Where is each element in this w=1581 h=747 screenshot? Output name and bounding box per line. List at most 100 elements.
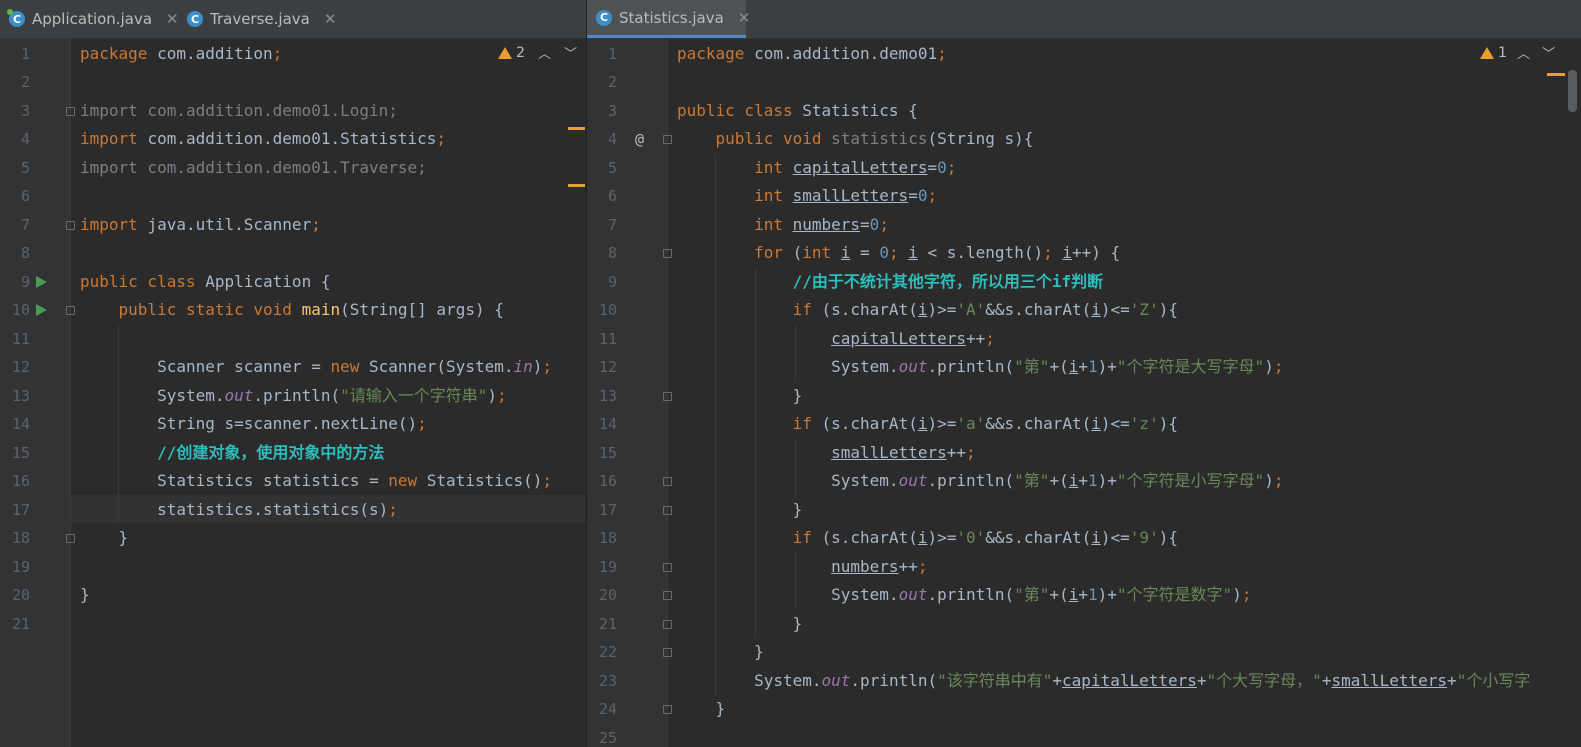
code-line[interactable]: int capitalLetters=0; bbox=[677, 154, 956, 183]
tab-application-java[interactable]: C Application.java ✕ bbox=[0, 0, 179, 38]
line-number[interactable]: 2 bbox=[587, 68, 617, 97]
line-number[interactable]: 14 bbox=[0, 410, 30, 439]
code-line[interactable]: } bbox=[80, 524, 129, 553]
line-number[interactable]: 11 bbox=[0, 325, 30, 354]
code-line[interactable]: } bbox=[80, 581, 90, 610]
line-number[interactable]: 18 bbox=[0, 524, 30, 553]
code-line[interactable]: int smallLetters=0; bbox=[677, 182, 937, 211]
code-line[interactable]: System.out.println("该字符串中有"+capitalLette… bbox=[677, 667, 1530, 696]
line-number[interactable]: 3 bbox=[587, 97, 617, 126]
line-number[interactable]: 5 bbox=[587, 154, 617, 183]
code-line[interactable]: public void statistics(String s){ bbox=[677, 125, 1034, 154]
line-number[interactable]: 4 bbox=[0, 125, 30, 154]
code-line[interactable]: System.out.println("请输入一个字符串"); bbox=[80, 382, 507, 411]
fold-marker-icon[interactable] bbox=[663, 391, 672, 401]
code-line[interactable]: System.out.println("第"+(i+1)+"个字符是小写字母")… bbox=[677, 467, 1283, 496]
code-line[interactable]: if (s.charAt(i)>='A'&&s.charAt(i)<='Z'){ bbox=[677, 296, 1178, 325]
code-line[interactable]: public class Application { bbox=[80, 268, 330, 297]
line-number[interactable]: 17 bbox=[0, 496, 30, 525]
line-number[interactable]: 15 bbox=[587, 439, 617, 468]
code-line[interactable]: if (s.charAt(i)>='0'&&s.charAt(i)<='9'){ bbox=[677, 524, 1178, 553]
line-number[interactable]: 13 bbox=[0, 382, 30, 411]
line-number[interactable]: 8 bbox=[0, 239, 30, 268]
line-number[interactable]: 7 bbox=[587, 211, 617, 240]
line-number[interactable]: 12 bbox=[0, 353, 30, 382]
line-number[interactable]: 1 bbox=[587, 40, 617, 69]
line-number[interactable]: 1 bbox=[0, 40, 30, 69]
line-number[interactable]: 2 bbox=[0, 68, 30, 97]
chevron-up-icon[interactable]: ︿ bbox=[538, 43, 551, 62]
line-number[interactable]: 20 bbox=[0, 581, 30, 610]
fold-marker-icon[interactable] bbox=[663, 591, 672, 600]
line-number[interactable]: 11 bbox=[587, 325, 617, 354]
line-number[interactable]: 22 bbox=[587, 638, 617, 667]
code-line[interactable]: } bbox=[677, 382, 803, 411]
code-line[interactable]: Scanner scanner = new Scanner(System.in)… bbox=[80, 353, 552, 382]
fold-marker-icon[interactable] bbox=[663, 505, 672, 515]
line-number[interactable]: 7 bbox=[0, 211, 30, 240]
line-number[interactable]: 12 bbox=[587, 353, 617, 382]
code-line[interactable]: smallLetters++; bbox=[677, 439, 976, 468]
line-number[interactable]: 9 bbox=[0, 268, 30, 297]
line-number[interactable]: 4 bbox=[587, 125, 617, 154]
fold-marker-icon[interactable] bbox=[66, 106, 75, 116]
code-line[interactable]: statistics.statistics(s); bbox=[80, 496, 398, 525]
chevron-down-icon[interactable]: ﹀ bbox=[564, 43, 577, 62]
code-line[interactable]: import com.addition.demo01.Statistics; bbox=[80, 125, 446, 154]
line-number[interactable]: 16 bbox=[0, 467, 30, 496]
code-line[interactable]: import com.addition.demo01.Login; bbox=[80, 97, 398, 126]
tab-statistics-java[interactable]: C Statistics.java ✕ bbox=[587, 0, 750, 38]
line-number[interactable]: 8 bbox=[587, 239, 617, 268]
fold-marker-icon[interactable] bbox=[663, 135, 672, 144]
code-line[interactable]: } bbox=[677, 610, 803, 639]
code-line[interactable]: capitalLetters++; bbox=[677, 325, 995, 354]
code-line[interactable]: String s=scanner.nextLine(); bbox=[80, 410, 427, 439]
fold-marker-icon[interactable] bbox=[663, 249, 672, 258]
line-number[interactable]: 13 bbox=[587, 382, 617, 411]
fold-marker-icon[interactable] bbox=[66, 534, 75, 543]
code-line[interactable]: public static void main(String[] args) { bbox=[80, 296, 504, 325]
close-icon[interactable]: ✕ bbox=[738, 9, 751, 27]
code-line[interactable]: } bbox=[677, 496, 803, 525]
line-number[interactable]: 19 bbox=[587, 553, 617, 582]
code-line[interactable]: public class Statistics { bbox=[677, 97, 918, 126]
warning-stripe[interactable] bbox=[568, 127, 585, 130]
line-number[interactable]: 17 bbox=[587, 496, 617, 525]
line-number[interactable]: 20 bbox=[587, 581, 617, 610]
code-line[interactable]: //由于不统计其他字符，所以用三个if判断 bbox=[677, 268, 1104, 297]
line-number[interactable]: 24 bbox=[587, 695, 617, 724]
fold-marker-icon[interactable] bbox=[663, 562, 672, 572]
warning-stripe[interactable] bbox=[568, 184, 585, 187]
fold-marker-icon[interactable] bbox=[663, 477, 672, 486]
fold-marker-icon[interactable] bbox=[663, 705, 672, 714]
scrollbar-thumb[interactable] bbox=[1568, 70, 1577, 112]
code-line[interactable]: package com.addition; bbox=[80, 40, 282, 69]
line-number[interactable]: 10 bbox=[0, 296, 30, 325]
code-line[interactable]: } bbox=[677, 638, 764, 667]
fold-marker-icon[interactable] bbox=[663, 648, 672, 657]
run-icon[interactable] bbox=[36, 275, 47, 288]
line-number[interactable]: 5 bbox=[0, 154, 30, 183]
line-number[interactable]: 3 bbox=[0, 97, 30, 126]
code-line[interactable]: System.out.println("第"+(i+1)+"个字符是大写字母")… bbox=[677, 353, 1283, 382]
close-icon[interactable]: ✕ bbox=[166, 10, 179, 28]
fold-marker-icon[interactable] bbox=[66, 220, 75, 230]
line-number[interactable]: 21 bbox=[587, 610, 617, 639]
override-icon[interactable]: @ bbox=[635, 130, 644, 148]
code-line[interactable]: import com.addition.demo01.Traverse; bbox=[80, 154, 427, 183]
code-line[interactable]: System.out.println("第"+(i+1)+"个字符是数字"); bbox=[677, 581, 1251, 610]
warnings-indicator[interactable]: 1 bbox=[1480, 45, 1507, 61]
line-number[interactable]: 19 bbox=[0, 553, 30, 582]
line-number[interactable]: 18 bbox=[587, 524, 617, 553]
close-icon[interactable]: ✕ bbox=[324, 10, 337, 28]
fold-marker-icon[interactable] bbox=[663, 619, 672, 629]
fold-marker-icon[interactable] bbox=[66, 306, 75, 315]
code-line[interactable]: //创建对象，使用对象中的方法 bbox=[80, 439, 384, 468]
line-number[interactable]: 23 bbox=[587, 667, 617, 696]
code-line[interactable]: import java.util.Scanner; bbox=[80, 211, 321, 240]
code-line[interactable]: package com.addition.demo01; bbox=[677, 40, 947, 69]
line-number[interactable]: 6 bbox=[0, 182, 30, 211]
line-number[interactable]: 6 bbox=[587, 182, 617, 211]
chevron-down-icon[interactable]: ﹀ bbox=[1542, 43, 1555, 62]
chevron-up-icon[interactable]: ︿ bbox=[1517, 43, 1530, 62]
